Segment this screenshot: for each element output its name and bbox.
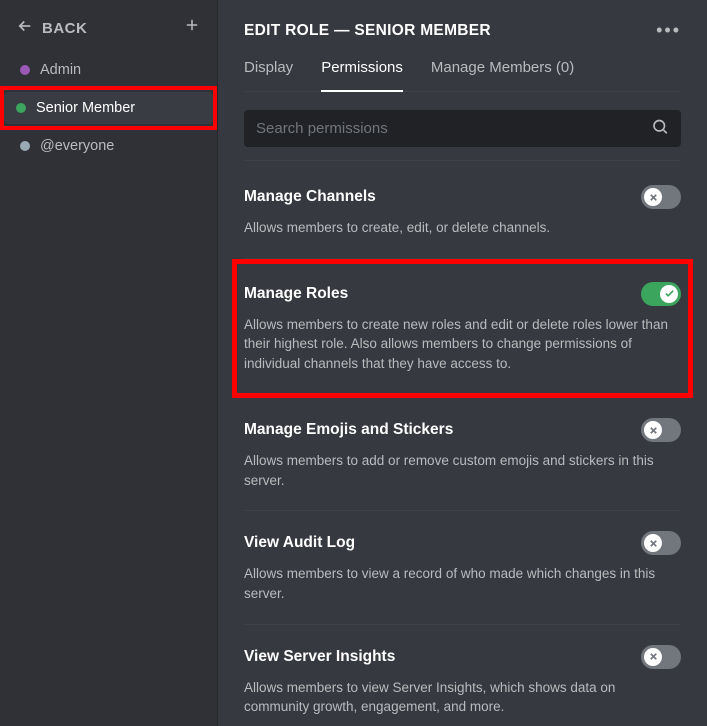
role-label: Admin bbox=[40, 62, 81, 78]
arrow-left-icon bbox=[16, 17, 34, 39]
more-options-button[interactable]: ••• bbox=[656, 20, 681, 41]
tab-manage-members[interactable]: Manage Members (0) bbox=[431, 59, 574, 92]
sidebar-item-senior-member[interactable]: Senior Member bbox=[4, 92, 213, 124]
permission-title: Manage Roles bbox=[244, 285, 348, 303]
search-input[interactable] bbox=[244, 110, 681, 147]
role-color-dot bbox=[16, 103, 26, 113]
permission-description: Allows members to create, edit, or delet… bbox=[244, 218, 681, 238]
role-label: @everyone bbox=[40, 138, 114, 154]
partial-row-divider bbox=[244, 155, 681, 161]
annotation-highlight: Senior Member bbox=[0, 86, 217, 130]
role-tabs: Display Permissions Manage Members (0) bbox=[244, 59, 681, 92]
permission-view-server-insights: View Server Insights Allows members to v… bbox=[244, 625, 681, 726]
toggle-knob bbox=[644, 421, 662, 439]
tab-permissions[interactable]: Permissions bbox=[321, 59, 403, 92]
permission-title: View Audit Log bbox=[244, 534, 355, 552]
permission-description: Allows members to create new roles and e… bbox=[244, 315, 681, 374]
permissions-list: Manage Channels Allows members to create… bbox=[244, 155, 681, 726]
main-content: EDIT ROLE — SENIOR MEMBER ••• Display Pe… bbox=[218, 0, 707, 726]
permission-title: Manage Channels bbox=[244, 188, 376, 206]
permission-view-audit-log: View Audit Log Allows members to view a … bbox=[244, 511, 681, 624]
search-icon bbox=[651, 117, 669, 140]
toggle-manage-channels[interactable] bbox=[641, 185, 681, 209]
sidebar-header: BACK bbox=[0, 0, 217, 54]
toggle-knob bbox=[660, 285, 678, 303]
toggle-knob bbox=[644, 648, 662, 666]
sidebar-item-admin[interactable]: Admin bbox=[8, 54, 209, 86]
permission-title: View Server Insights bbox=[244, 648, 395, 666]
annotation-highlight: Manage Roles Allows members to create ne… bbox=[232, 259, 693, 399]
toggle-knob bbox=[644, 188, 662, 206]
toggle-manage-emojis[interactable] bbox=[641, 418, 681, 442]
role-color-dot bbox=[20, 65, 30, 75]
main-header: EDIT ROLE — SENIOR MEMBER ••• bbox=[244, 20, 681, 41]
permission-manage-channels: Manage Channels Allows members to create… bbox=[244, 165, 681, 259]
role-color-dot bbox=[20, 141, 30, 151]
plus-icon bbox=[183, 17, 201, 39]
toggle-view-audit-log[interactable] bbox=[641, 531, 681, 555]
role-label: Senior Member bbox=[36, 100, 135, 116]
toggle-manage-roles[interactable] bbox=[641, 282, 681, 306]
more-horizontal-icon: ••• bbox=[656, 20, 681, 40]
permission-manage-emojis: Manage Emojis and Stickers Allows member… bbox=[244, 398, 681, 511]
search-wrap bbox=[244, 110, 681, 147]
roles-sidebar: BACK Admin Senior Member @everyone bbox=[0, 0, 218, 726]
role-list: Admin Senior Member @everyone bbox=[0, 54, 217, 162]
permission-title: Manage Emojis and Stickers bbox=[244, 421, 453, 439]
toggle-knob bbox=[644, 534, 662, 552]
add-role-button[interactable] bbox=[183, 16, 201, 40]
sidebar-item-everyone[interactable]: @everyone bbox=[8, 130, 209, 162]
toggle-view-server-insights[interactable] bbox=[641, 645, 681, 669]
permission-description: Allows members to view Server Insights, … bbox=[244, 678, 681, 717]
tab-display[interactable]: Display bbox=[244, 59, 293, 92]
back-button[interactable]: BACK bbox=[16, 17, 87, 39]
permission-description: Allows members to add or remove custom e… bbox=[244, 451, 681, 490]
page-title: EDIT ROLE — SENIOR MEMBER bbox=[244, 22, 491, 40]
permission-description: Allows members to view a record of who m… bbox=[244, 564, 681, 603]
back-label: BACK bbox=[42, 20, 87, 37]
permission-manage-roles: Manage Roles Allows members to create ne… bbox=[244, 264, 681, 394]
